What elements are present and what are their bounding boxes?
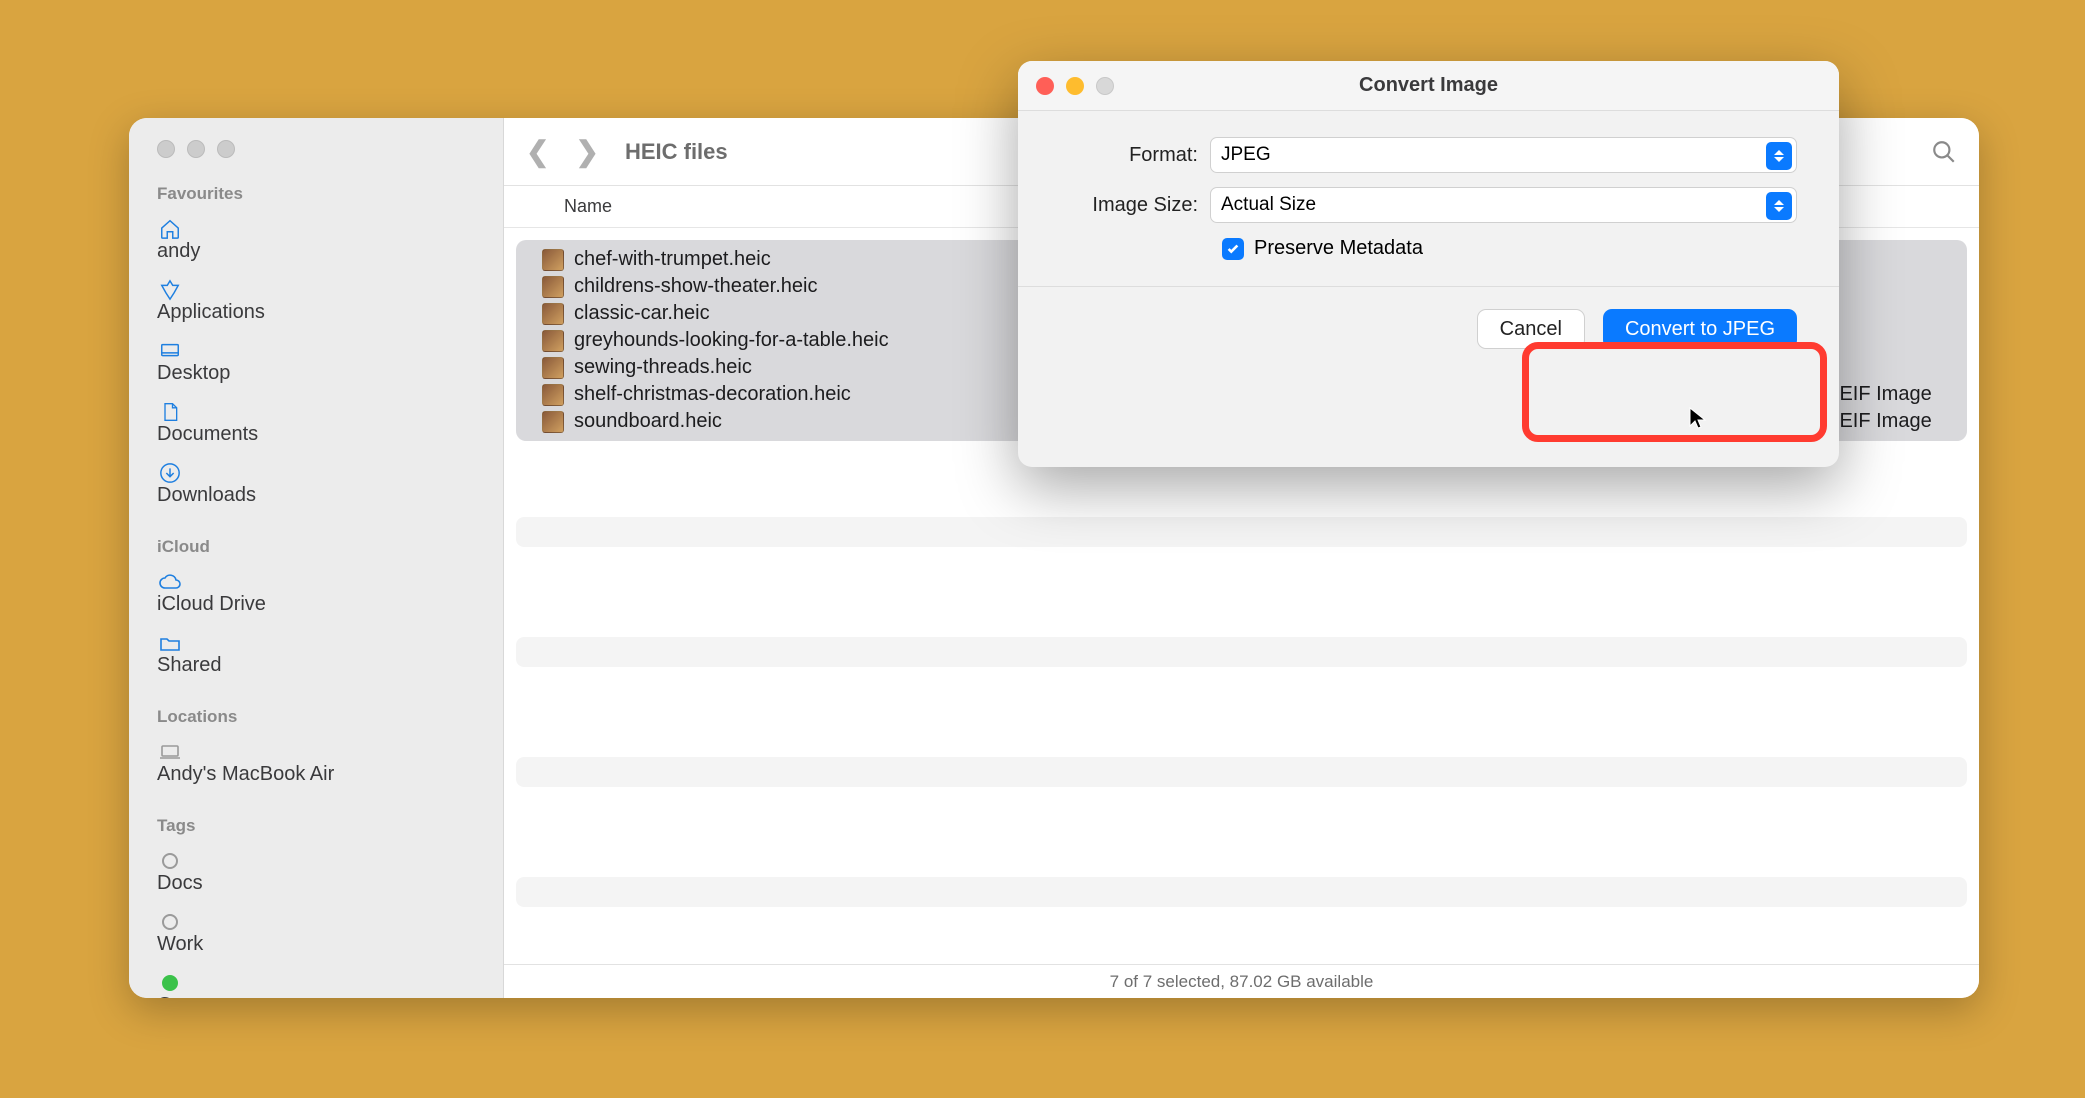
size-value: Actual Size <box>1221 194 1316 216</box>
tag-dot-icon <box>157 911 183 933</box>
sidebar-item-label: Downloads <box>157 484 256 506</box>
preserve-metadata-row: Preserve Metadata <box>1222 237 1797 260</box>
tags-label: Tags <box>129 810 503 842</box>
desktop-icon <box>157 340 183 362</box>
doc-icon <box>157 401 183 423</box>
chevron-updown-icon <box>1766 142 1792 170</box>
file-thumb-icon <box>542 330 564 352</box>
close-dot[interactable] <box>157 140 175 158</box>
preserve-metadata-checkbox[interactable] <box>1222 238 1244 260</box>
sidebar-tag-docs[interactable]: Docs <box>129 842 503 903</box>
dialog-buttons: Cancel Convert to JPEG <box>1018 287 1839 349</box>
file-thumb-icon <box>542 384 564 406</box>
favourites-label: Favourites <box>129 178 503 210</box>
folder-title: HEIC files <box>625 139 728 165</box>
icloud-label: iCloud <box>129 531 503 563</box>
format-value: JPEG <box>1221 144 1271 166</box>
file-thumb-icon <box>542 276 564 298</box>
sidebar-item-label: Work <box>157 933 203 955</box>
file-thumb-icon <box>542 411 564 433</box>
sidebar-tag-green[interactable]: Green <box>129 964 503 998</box>
convert-button[interactable]: Convert to JPEG <box>1603 309 1797 349</box>
preserve-metadata-label: Preserve Metadata <box>1254 237 1423 260</box>
zoom-button <box>1096 77 1114 95</box>
sidebar-item-label: Andy's MacBook Air <box>157 763 334 785</box>
zoom-dot[interactable] <box>217 140 235 158</box>
sidebar-item-label: Docs <box>157 872 203 894</box>
file-thumb-icon <box>542 357 564 379</box>
minimize-dot[interactable] <box>187 140 205 158</box>
laptop-icon <box>157 741 183 763</box>
window-controls <box>129 140 503 178</box>
sidebar-item-label: Desktop <box>157 362 230 384</box>
sidebar-item-downloads[interactable]: Downloads <box>129 454 503 515</box>
sidebar-item-label: Green <box>157 994 213 998</box>
sidebar-item-applications[interactable]: Applications <box>129 271 503 332</box>
shared-folder-icon <box>157 632 183 654</box>
minimize-button[interactable] <box>1066 77 1084 95</box>
cancel-button[interactable]: Cancel <box>1477 309 1585 349</box>
sidebar-item-documents[interactable]: Documents <box>129 393 503 454</box>
file-thumb-icon <box>542 249 564 271</box>
size-label: Image Size: <box>1060 194 1210 217</box>
sidebar-item-icloud-drive[interactable]: iCloud Drive <box>129 563 503 624</box>
sidebar: Favourites andy Applications Desktop Doc… <box>129 118 504 998</box>
sidebar-item-label: andy <box>157 240 200 262</box>
locations-label: Locations <box>129 701 503 733</box>
download-icon <box>157 462 183 484</box>
apps-icon <box>157 279 183 301</box>
back-button[interactable]: ❮ <box>526 135 549 168</box>
home-icon <box>157 218 183 240</box>
tag-dot-icon <box>157 850 183 872</box>
chevron-updown-icon <box>1766 192 1792 220</box>
format-row: Format: JPEG <box>1060 137 1797 173</box>
cursor-icon <box>1688 406 1708 432</box>
format-label: Format: <box>1060 144 1210 167</box>
sidebar-item-desktop[interactable]: Desktop <box>129 332 503 393</box>
dialog-window-controls <box>1036 77 1114 95</box>
file-thumb-icon <box>542 303 564 325</box>
convert-image-dialog: Convert Image Format: JPEG Image Size: A… <box>1018 61 1839 467</box>
empty-rows <box>516 457 1967 964</box>
sidebar-item-label: Shared <box>157 654 222 676</box>
close-button[interactable] <box>1036 77 1054 95</box>
format-select[interactable]: JPEG <box>1210 137 1797 173</box>
dialog-titlebar: Convert Image <box>1018 61 1839 111</box>
sidebar-item-shared[interactable]: Shared <box>129 624 503 685</box>
sidebar-item-label: Documents <box>157 423 258 445</box>
sidebar-item-home[interactable]: andy <box>129 210 503 271</box>
dialog-title: Convert Image <box>1018 74 1839 97</box>
status-bar: 7 of 7 selected, 87.02 GB available <box>504 964 1979 998</box>
forward-button[interactable]: ❯ <box>575 135 598 168</box>
tag-dot-icon <box>157 972 183 994</box>
dialog-body: Format: JPEG Image Size: Actual Size Pre… <box>1018 111 1839 260</box>
size-select[interactable]: Actual Size <box>1210 187 1797 223</box>
sidebar-item-label: iCloud Drive <box>157 593 266 615</box>
size-row: Image Size: Actual Size <box>1060 187 1797 223</box>
cloud-icon <box>157 571 183 593</box>
sidebar-item-label: Applications <box>157 301 265 323</box>
sidebar-item-macbook[interactable]: Andy's MacBook Air <box>129 733 503 794</box>
search-icon[interactable] <box>1931 139 1957 165</box>
status-text: 7 of 7 selected, 87.02 GB available <box>1110 972 1374 992</box>
sidebar-tag-work[interactable]: Work <box>129 903 503 964</box>
